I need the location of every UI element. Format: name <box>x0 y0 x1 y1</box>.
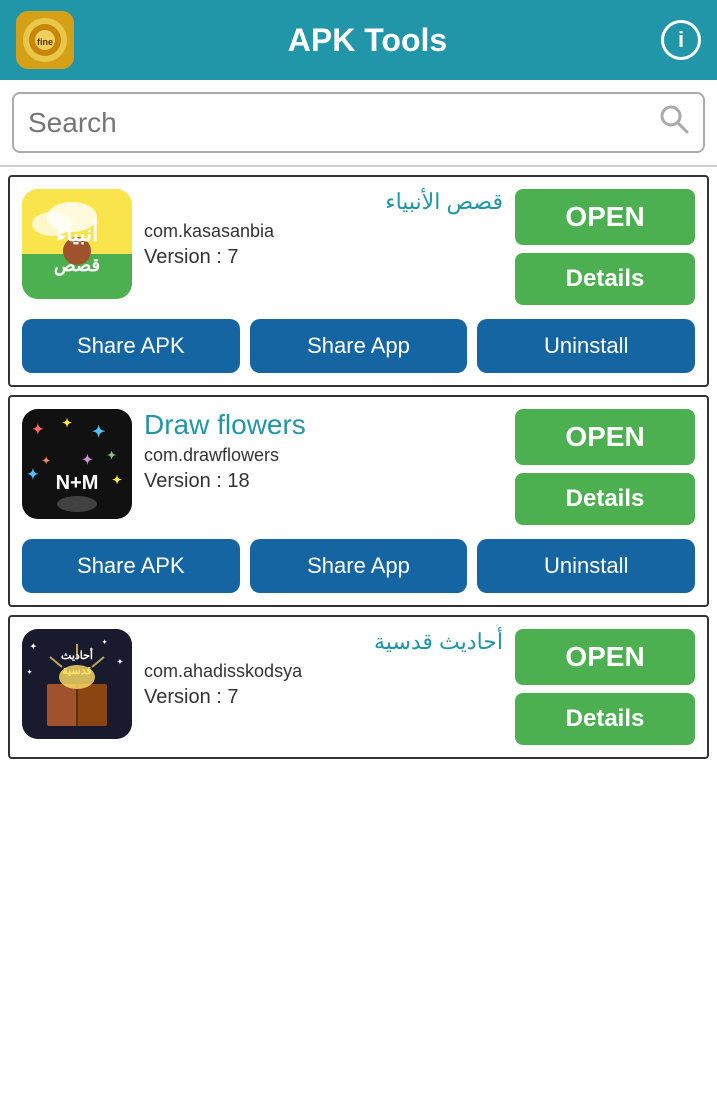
app-version-2: Version : 18 <box>144 470 503 493</box>
svg-text:N+M: N+M <box>56 472 99 494</box>
app-name-en-2: Draw flowers <box>144 409 503 441</box>
info-button[interactable]: i <box>661 20 701 60</box>
search-icon <box>659 104 689 141</box>
svg-text:قدسية: قدسية <box>62 665 91 677</box>
app-card-1: أنبياء قصص قصص الأنبياء com.kasasanbia V… <box>8 175 709 387</box>
app-right-buttons-1: OPEN Details <box>515 189 695 305</box>
app-top-1: أنبياء قصص قصص الأنبياء com.kasasanbia V… <box>22 189 695 305</box>
details-button-2[interactable]: Details <box>515 473 695 525</box>
header: fine APK Tools i <box>0 0 717 80</box>
svg-text:أنبياء: أنبياء <box>56 218 99 246</box>
search-input[interactable] <box>28 107 659 139</box>
app-info-2: Draw flowers com.drawflowers Version : 1… <box>144 409 503 493</box>
svg-text:✦: ✦ <box>27 669 32 676</box>
app-right-buttons-3: OPEN Details <box>515 629 695 745</box>
app-bottom-buttons-2: Share APK Share App Uninstall <box>22 539 695 593</box>
svg-text:✦: ✦ <box>82 452 93 467</box>
share-apk-button-1[interactable]: Share APK <box>22 319 240 373</box>
share-app-button-2[interactable]: Share App <box>250 539 468 593</box>
svg-text:✦: ✦ <box>32 421 44 437</box>
uninstall-button-2[interactable]: Uninstall <box>477 539 695 593</box>
svg-text:✦: ✦ <box>30 642 37 651</box>
open-button-3[interactable]: OPEN <box>515 629 695 685</box>
app-version-3: Version : 7 <box>144 686 503 709</box>
app-name-arabic-3: أحاديث قدسية <box>144 629 503 655</box>
svg-text:✦: ✦ <box>117 658 123 666</box>
app-info-3: أحاديث قدسية com.ahadisskodsya Version :… <box>144 629 503 709</box>
open-button-1[interactable]: OPEN <box>515 189 695 245</box>
app-icon-3: ✦ ✦ ✦ ✦ أحاديث قدسية <box>22 629 132 739</box>
uninstall-button-1[interactable]: Uninstall <box>477 319 695 373</box>
app-card-3: ✦ ✦ ✦ ✦ أحاديث قدسية أحاديث قدسية <box>8 615 709 759</box>
svg-text:✦: ✦ <box>112 473 122 487</box>
svg-text:أحاديث: أحاديث <box>61 648 93 662</box>
app-icon-2: ✦ ✦ ✦ ✦ ✦ ✦ ✦ ✦ N+M <box>22 409 132 519</box>
share-apk-button-2[interactable]: Share APK <box>22 539 240 593</box>
app-package-2: com.drawflowers <box>144 445 503 466</box>
app-bottom-buttons-1: Share APK Share App Uninstall <box>22 319 695 373</box>
svg-text:✦: ✦ <box>42 456 50 467</box>
svg-text:✦: ✦ <box>102 639 107 646</box>
svg-text:✦: ✦ <box>92 424 105 441</box>
svg-text:✦: ✦ <box>107 450 116 462</box>
app-logo: fine <box>16 11 74 69</box>
app-top-3: ✦ ✦ ✦ ✦ أحاديث قدسية أحاديث قدسية <box>22 629 695 745</box>
details-button-3[interactable]: Details <box>515 693 695 745</box>
open-button-2[interactable]: OPEN <box>515 409 695 465</box>
app-card-2: ✦ ✦ ✦ ✦ ✦ ✦ ✦ ✦ N+M Draw flowers com.dra… <box>8 395 709 607</box>
svg-text:قصص: قصص <box>54 255 100 276</box>
app-info-1: قصص الأنبياء com.kasasanbia Version : 7 <box>144 189 503 269</box>
app-icon-1: أنبياء قصص <box>22 189 132 299</box>
app-package-1: com.kasasanbia <box>144 221 503 242</box>
search-container <box>0 80 717 167</box>
app-version-1: Version : 7 <box>144 246 503 269</box>
svg-text:fine: fine <box>37 37 53 47</box>
app-right-buttons-2: OPEN Details <box>515 409 695 525</box>
search-box <box>12 92 705 153</box>
details-button-1[interactable]: Details <box>515 253 695 305</box>
svg-text:✦: ✦ <box>62 416 72 430</box>
app-package-3: com.ahadisskodsya <box>144 661 503 682</box>
svg-text:✦: ✦ <box>27 466 39 482</box>
app-top-2: ✦ ✦ ✦ ✦ ✦ ✦ ✦ ✦ N+M Draw flowers com.dra… <box>22 409 695 525</box>
app-name-arabic-1: قصص الأنبياء <box>144 189 503 215</box>
header-title: APK Tools <box>74 22 661 59</box>
share-app-button-1[interactable]: Share App <box>250 319 468 373</box>
